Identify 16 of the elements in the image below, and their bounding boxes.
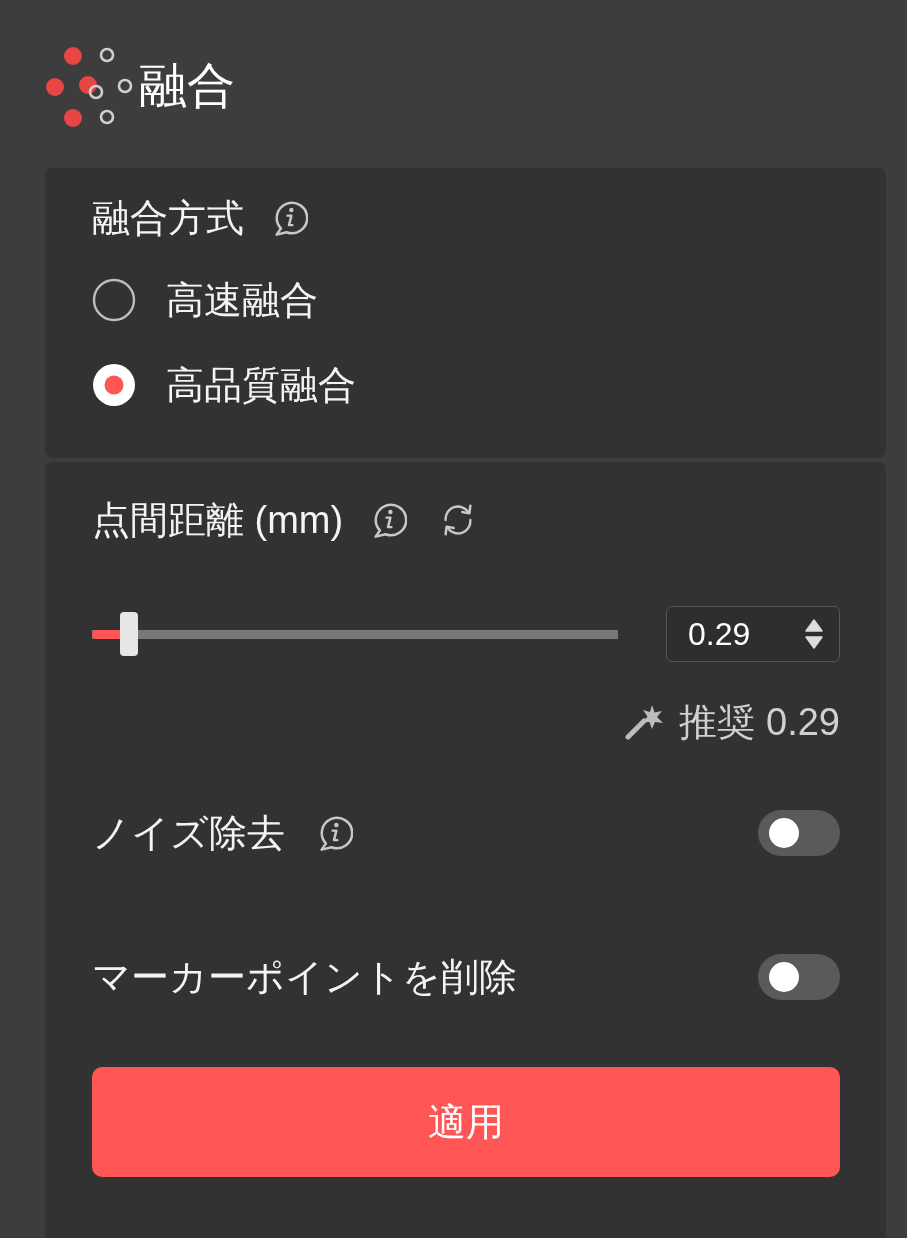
- toggle-switch[interactable]: [758, 810, 840, 856]
- recommended-value: 推奨 0.29: [679, 703, 840, 741]
- toggle-label: マーカーポイントを削除: [92, 958, 517, 996]
- spinner-icon[interactable]: [805, 619, 823, 649]
- section-title: 融合方式: [92, 199, 244, 237]
- section-title: 点間距離 (mm): [92, 501, 344, 539]
- magic-wand-icon: [625, 704, 666, 740]
- slider-thumb[interactable]: [119, 612, 138, 656]
- radio-button[interactable]: [92, 278, 136, 322]
- number-field[interactable]: 0.29: [666, 606, 840, 662]
- toggle-switch[interactable]: [758, 954, 840, 1000]
- radio-button[interactable]: [92, 363, 136, 407]
- toggle-label: ノイズ除去: [92, 814, 285, 852]
- option-label[interactable]: 高速融合: [166, 281, 318, 319]
- option-label[interactable]: 高品質融合: [166, 366, 356, 404]
- panel-title: 融合: [139, 62, 235, 110]
